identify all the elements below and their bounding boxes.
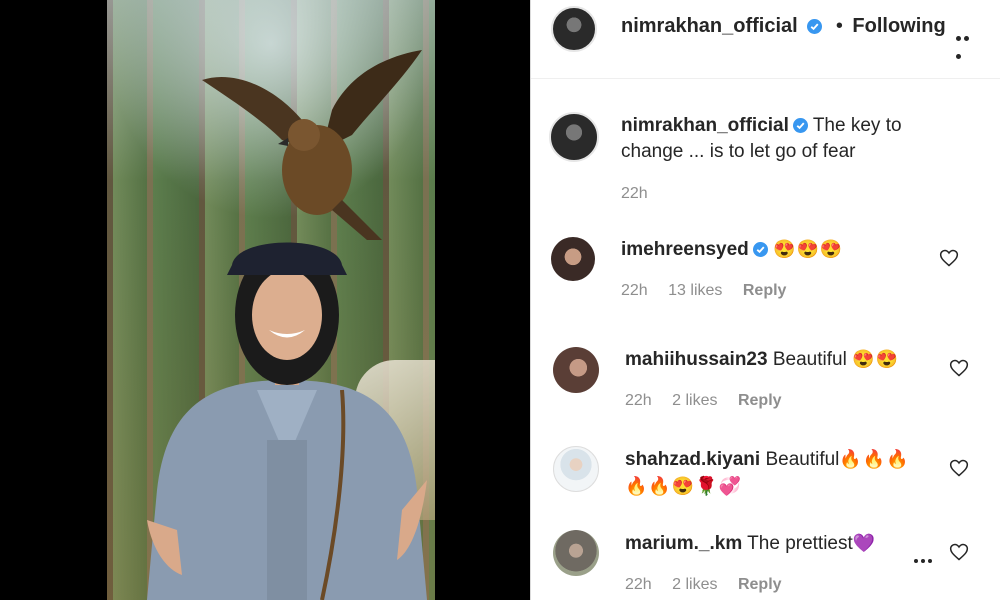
heart-icon[interactable] [949,458,969,478]
comment-emoji: 😍😍 [852,349,899,369]
heart-icon[interactable] [949,542,969,562]
comment-time[interactable]: 22h [621,282,648,299]
comment-emoji-line2: 🔥🔥😍🌹💞 [625,476,743,496]
post-header: nimrakhan_official • Following [531,0,1000,79]
comment-likes[interactable]: 2 likes [672,576,717,593]
post-details-panel: nimrakhan_official • Following nimrakhan… [530,0,1000,600]
comment-text: Beautiful [772,349,847,370]
eagle-figure [202,50,422,240]
comment-time[interactable]: 22h [625,392,652,409]
heart-icon[interactable] [949,358,969,378]
reply-button[interactable]: Reply [738,576,782,593]
separator-dot: • [835,15,843,37]
comment-username[interactable]: marium._.km [625,533,742,554]
reply-button[interactable]: Reply [743,282,787,299]
commenter-avatar[interactable] [553,347,599,393]
more-options-icon[interactable] [956,28,978,59]
reply-button[interactable]: Reply [738,392,782,409]
comment-text-block: marium._.km The prettiest💜 [625,530,876,557]
author-avatar[interactable] [551,6,597,52]
comment-username[interactable]: shahzad.kiyani [625,449,760,470]
caption-time[interactable]: 22h [621,185,648,202]
verified-badge-icon [752,242,768,257]
post-caption: nimrakhan_official The key to change ...… [531,110,1000,210]
verified-badge-icon [792,118,808,133]
header-author: nimrakhan_official • Following [621,15,946,38]
caption-text-block: nimrakhan_official The key to change ...… [621,113,951,165]
comment-meta: 22h 2 likes Reply [625,576,798,594]
comment-item: imehreensyed 😍😍😍 22h 13 likes Reply [531,232,1000,312]
comment-username[interactable]: imehreensyed [621,239,749,260]
caption-avatar[interactable] [549,112,599,162]
comment-text-block: imehreensyed 😍😍😍 [621,236,843,263]
comment-item: marium._.km The prettiest💜 22h 2 likes R… [531,528,1000,600]
author-username[interactable]: nimrakhan_official [621,15,798,37]
heart-icon[interactable] [939,248,959,268]
comment-time[interactable]: 22h [625,576,652,593]
commenter-avatar[interactable] [553,530,599,576]
person-figure [147,242,427,600]
comment-meta: 22h 2 likes Reply [625,392,798,410]
comment-text: Beautiful [765,449,840,470]
post-media-pane [0,0,530,600]
comment-text: The prettiest [747,533,853,554]
comment-item: shahzad.kiyani Beautiful🔥🔥🔥 🔥🔥😍🌹💞 [531,444,1000,504]
comment-username[interactable]: mahiihussain23 [625,349,768,370]
caption-meta: 22h [621,185,664,203]
comment-text-block: shahzad.kiyani Beautiful🔥🔥🔥 🔥🔥😍🌹💞 [625,446,925,500]
post-photo[interactable] [107,0,435,600]
comment-options-icon[interactable] [914,550,936,563]
caption-username[interactable]: nimrakhan_official [621,115,789,136]
comment-text-block: mahiihussain23 Beautiful 😍😍 [625,346,899,373]
verified-badge-icon [807,19,823,34]
comment-meta: 22h 13 likes Reply [621,282,802,300]
comment-emoji: 😍😍😍 [773,239,844,259]
comment-emoji: 🔥🔥🔥 [839,449,910,469]
following-button[interactable]: Following [852,15,945,37]
comment-likes[interactable]: 2 likes [672,392,717,409]
commenter-avatar[interactable] [551,237,595,281]
comment-likes[interactable]: 13 likes [668,282,722,299]
comment-emoji: 💜 [852,533,877,553]
commenter-avatar[interactable] [553,446,599,492]
comment-item: mahiihussain23 Beautiful 😍😍 22h 2 likes … [531,342,1000,422]
